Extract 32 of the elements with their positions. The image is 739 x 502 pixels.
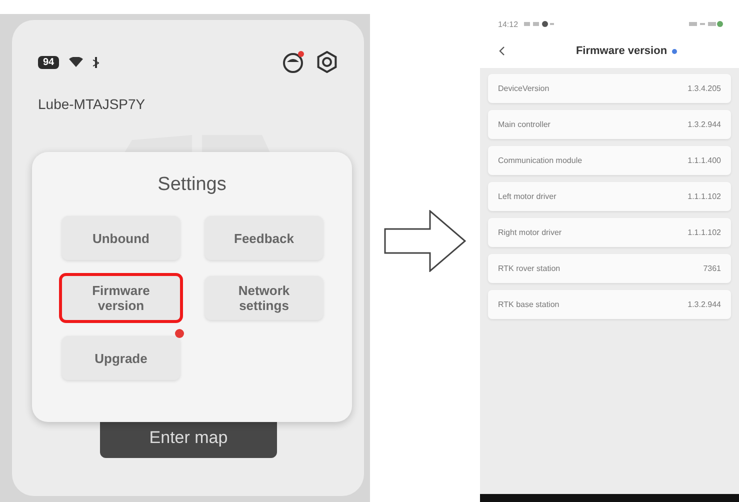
dialog-title: Settings	[156, 174, 228, 196]
device-name: Lube-MTAJSP7Y	[37, 95, 146, 112]
component-name: Right motor driver	[498, 228, 562, 237]
right-arrow-icon	[384, 210, 466, 272]
version-number: 1.3.2.944	[688, 300, 721, 309]
version-number: 1.3.4.205	[688, 84, 721, 93]
component-name: Left motor driver	[498, 192, 556, 201]
settings-option-button[interactable]: Firmware version	[62, 276, 180, 320]
settings-option-button[interactable]: Network settings	[205, 276, 323, 320]
version-number: 1.1.1.400	[688, 156, 721, 165]
version-number: 7361	[703, 264, 721, 273]
settings-option-button[interactable]: Upgrade	[62, 336, 180, 380]
status-icon	[524, 21, 554, 27]
status-time: 14:12	[498, 20, 518, 28]
battery-level: 94	[38, 56, 60, 68]
status-icon	[689, 21, 723, 27]
settings-option-button[interactable]: Unbound	[62, 216, 180, 260]
bluetooth-icon	[93, 56, 100, 68]
settings-option-button[interactable]: Feedback	[205, 216, 323, 260]
component-name: RTK rover station	[498, 264, 560, 273]
component-name: DeviceVersion	[498, 84, 550, 93]
version-number: 1.3.2.944	[688, 120, 721, 129]
component-name: RTK base station	[498, 300, 560, 309]
component-name: Communication module	[498, 156, 582, 165]
wifi-icon	[69, 57, 84, 67]
info-icon	[672, 48, 678, 54]
robot-icon[interactable]	[282, 50, 306, 74]
settings-icon[interactable]	[316, 51, 338, 73]
component-name: Main controller	[498, 120, 550, 129]
version-number: 1.1.1.102	[688, 192, 721, 201]
version-number: 1.1.1.102	[688, 228, 721, 237]
screen-title: Firmware version	[576, 45, 668, 57]
